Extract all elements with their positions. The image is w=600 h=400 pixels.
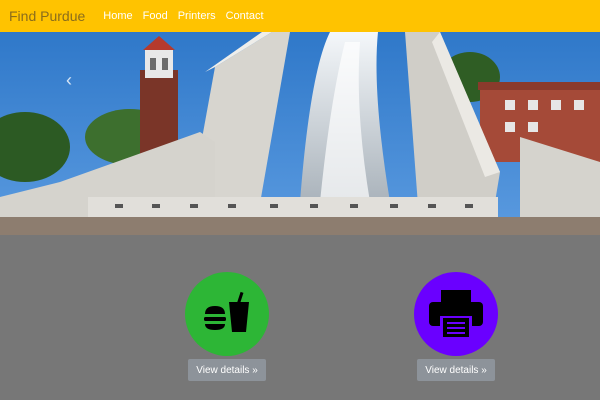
carousel-prev-button[interactable]: ‹ — [60, 69, 78, 91]
nav-link-food[interactable]: Food — [143, 10, 168, 22]
feature-food: View details » — [167, 272, 287, 381]
nav-links: Home Food Printers Contact — [103, 10, 263, 22]
chevron-left-icon: ‹ — [66, 69, 72, 90]
brand-link[interactable]: Find Purdue — [0, 8, 103, 24]
food-drink-icon — [204, 291, 249, 332]
navbar: Find Purdue Home Food Printers Contact — [0, 0, 600, 32]
food-view-details-button[interactable]: View details » — [188, 359, 266, 381]
hero-image — [0, 32, 600, 235]
nav-link-printers[interactable]: Printers — [178, 10, 216, 22]
printers-view-details-button[interactable]: View details » — [417, 359, 495, 381]
feature-printers: View details » — [396, 272, 516, 381]
hero-carousel: ‹ — [0, 32, 600, 235]
features-section: View details » View details » — [0, 235, 600, 400]
nav-link-home[interactable]: Home — [103, 10, 132, 22]
printer-circle[interactable] — [414, 272, 498, 356]
nav-link-contact[interactable]: Contact — [226, 10, 264, 22]
printer-icon — [429, 290, 483, 338]
food-circle[interactable] — [185, 272, 269, 356]
